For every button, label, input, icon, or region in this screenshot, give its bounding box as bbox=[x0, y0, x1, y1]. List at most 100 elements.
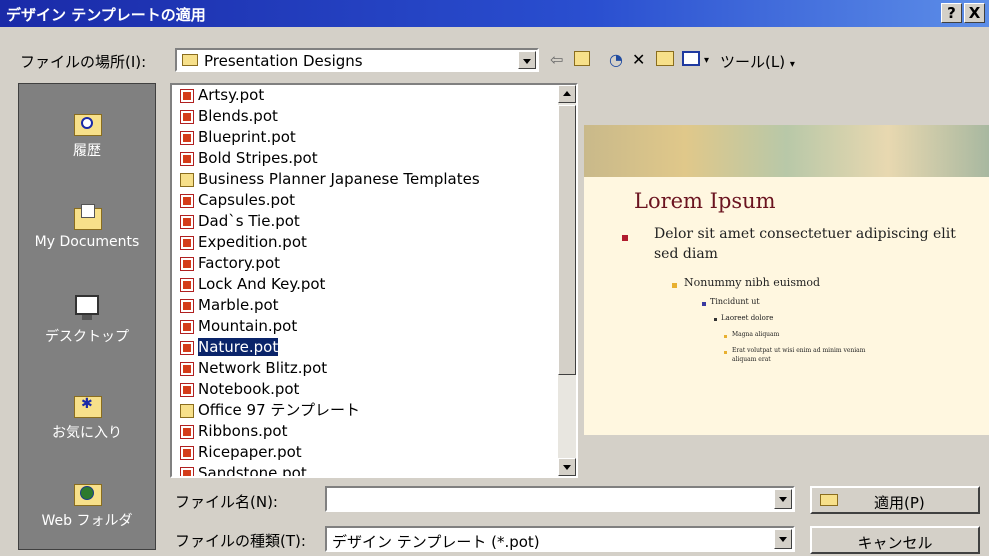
template-file-icon bbox=[180, 277, 194, 292]
lookin-label: ファイルの場所(I): bbox=[20, 53, 147, 71]
filetype-dropdown-button[interactable] bbox=[774, 529, 792, 549]
apply-button[interactable]: 適用(P) bbox=[810, 486, 980, 514]
chevron-down-icon[interactable] bbox=[518, 51, 536, 69]
file-list-item[interactable]: Capsules.pot bbox=[172, 190, 556, 211]
bullet-icon bbox=[724, 351, 727, 354]
file-list-item[interactable]: Factory.pot bbox=[172, 253, 556, 274]
preview-banner bbox=[584, 125, 989, 177]
places-favorites[interactable]: ✱ お気に入り bbox=[19, 388, 155, 442]
new-folder-icon[interactable] bbox=[656, 51, 674, 66]
template-file-icon bbox=[180, 298, 194, 313]
file-name: Capsules.pot bbox=[198, 191, 296, 209]
template-file-icon bbox=[180, 256, 194, 271]
scroll-down-button[interactable] bbox=[558, 458, 576, 476]
close-button[interactable]: X bbox=[964, 3, 985, 23]
file-list-item[interactable]: Expedition.pot bbox=[172, 232, 556, 253]
file-list-item[interactable]: Blueprint.pot bbox=[172, 127, 556, 148]
file-list-item[interactable]: Marble.pot bbox=[172, 295, 556, 316]
filetype-label: ファイルの種類(T): bbox=[175, 532, 306, 550]
template-file-icon bbox=[180, 88, 194, 103]
file-name: Office 97 テンプレート bbox=[198, 401, 360, 419]
favorites-icon: ✱ bbox=[72, 388, 102, 418]
tools-menu[interactable]: ツール(L) ▾ bbox=[720, 51, 795, 72]
template-file-icon bbox=[180, 382, 194, 397]
template-file-icon bbox=[180, 109, 194, 124]
template-file-icon bbox=[180, 340, 194, 355]
file-name: Network Blitz.pot bbox=[198, 359, 328, 377]
template-preview: Lorem Ipsum Delor sit amet consectetuer … bbox=[584, 125, 989, 435]
places-history[interactable]: 履歴 bbox=[19, 106, 155, 160]
file-list-item[interactable]: Ricepaper.pot bbox=[172, 442, 556, 463]
template-file-icon bbox=[180, 151, 194, 166]
filename-dropdown-button[interactable] bbox=[774, 489, 792, 509]
filetype-dropdown[interactable]: デザイン テンプレート (*.pot) bbox=[325, 526, 795, 552]
file-list-item[interactable]: Office 97 テンプレート bbox=[172, 400, 556, 421]
scroll-up-button[interactable] bbox=[558, 85, 576, 103]
open-folder-icon bbox=[820, 491, 840, 506]
file-name: Blends.pot bbox=[198, 107, 278, 125]
file-list-item[interactable]: Dad`s Tie.pot bbox=[172, 211, 556, 232]
my-documents-icon bbox=[72, 200, 102, 230]
file-list-item[interactable]: Nature.pot bbox=[172, 337, 556, 358]
up-folder-icon[interactable] bbox=[574, 51, 590, 66]
file-list-item[interactable]: Notebook.pot bbox=[172, 379, 556, 400]
back-icon[interactable]: ⇦ bbox=[550, 50, 563, 69]
desktop-icon bbox=[72, 292, 102, 322]
preview-bullet-1: Delor sit amet consectetuer adipiscing e… bbox=[654, 226, 956, 242]
history-icon bbox=[72, 106, 102, 136]
template-file-icon bbox=[180, 319, 194, 334]
lookin-dropdown[interactable]: Presentation Designs bbox=[175, 48, 539, 72]
file-list[interactable]: Artsy.pot Blends.pot Blueprint.pot Bold Str… bbox=[170, 83, 578, 478]
places-bar: 履歴 My Documents デスクトップ ✱ お気に入り Web フォルダ bbox=[18, 83, 156, 550]
title-bar: デザイン テンプレートの適用 ? X bbox=[0, 0, 989, 27]
vertical-scrollbar[interactable] bbox=[558, 85, 576, 476]
file-list-item[interactable]: Blends.pot bbox=[172, 106, 556, 127]
file-name: Sandstone.pot bbox=[198, 464, 307, 478]
cancel-button[interactable]: キャンセル bbox=[810, 526, 980, 554]
file-list-item[interactable]: Bold Stripes.pot bbox=[172, 148, 556, 169]
bullet-icon bbox=[724, 335, 727, 338]
file-list-item[interactable]: Artsy.pot bbox=[172, 85, 556, 106]
preview-bullet-4: Laoreet dolore bbox=[721, 314, 774, 322]
template-file-icon bbox=[180, 361, 194, 376]
preview-title: Lorem Ipsum bbox=[634, 189, 776, 213]
filename-input[interactable] bbox=[325, 486, 795, 512]
preview-bullet-3: Tincidunt ut bbox=[710, 297, 760, 306]
help-button[interactable]: ? bbox=[941, 3, 962, 23]
places-desktop[interactable]: デスクトップ bbox=[19, 292, 155, 346]
preview-bullet-6: Erat volutpat ut wisi enim ad minim veni… bbox=[732, 347, 866, 354]
template-file-icon bbox=[180, 235, 194, 250]
views-chevron-icon[interactable]: ▾ bbox=[704, 55, 709, 66]
file-list-item[interactable]: Business Planner Japanese Templates bbox=[172, 169, 556, 190]
file-name: Nature.pot bbox=[198, 338, 279, 356]
file-name: Factory.pot bbox=[198, 254, 281, 272]
bullet-icon bbox=[702, 302, 706, 306]
folder-icon bbox=[180, 172, 194, 187]
file-name: Lock And Key.pot bbox=[198, 275, 326, 293]
file-list-item[interactable]: Sandstone.pot bbox=[172, 463, 556, 478]
search-web-icon[interactable]: ◔ bbox=[609, 50, 623, 69]
file-list-item[interactable]: Network Blitz.pot bbox=[172, 358, 556, 379]
scroll-thumb[interactable] bbox=[558, 105, 576, 375]
file-name: Ricepaper.pot bbox=[198, 443, 302, 461]
dialog-title: デザイン テンプレートの適用 bbox=[6, 6, 206, 24]
places-my-documents[interactable]: My Documents bbox=[19, 200, 155, 250]
file-list-item[interactable]: Ribbons.pot bbox=[172, 421, 556, 442]
file-name: Marble.pot bbox=[198, 296, 279, 314]
file-name: Blueprint.pot bbox=[198, 128, 296, 146]
preview-bullet-6b: aliquam erat bbox=[732, 356, 771, 363]
views-icon[interactable] bbox=[682, 51, 700, 66]
file-name: Ribbons.pot bbox=[198, 422, 288, 440]
template-file-icon bbox=[180, 214, 194, 229]
web-folders-icon bbox=[72, 476, 102, 506]
template-file-icon bbox=[180, 424, 194, 439]
lookin-value: Presentation Designs bbox=[204, 52, 363, 70]
template-file-icon bbox=[180, 130, 194, 145]
file-name: Business Planner Japanese Templates bbox=[198, 170, 480, 188]
delete-icon[interactable]: ✕ bbox=[632, 50, 645, 69]
places-web-folders[interactable]: Web フォルダ bbox=[19, 476, 155, 530]
folder-icon bbox=[182, 54, 198, 66]
file-list-item[interactable]: Mountain.pot bbox=[172, 316, 556, 337]
template-file-icon bbox=[180, 193, 194, 208]
file-list-item[interactable]: Lock And Key.pot bbox=[172, 274, 556, 295]
